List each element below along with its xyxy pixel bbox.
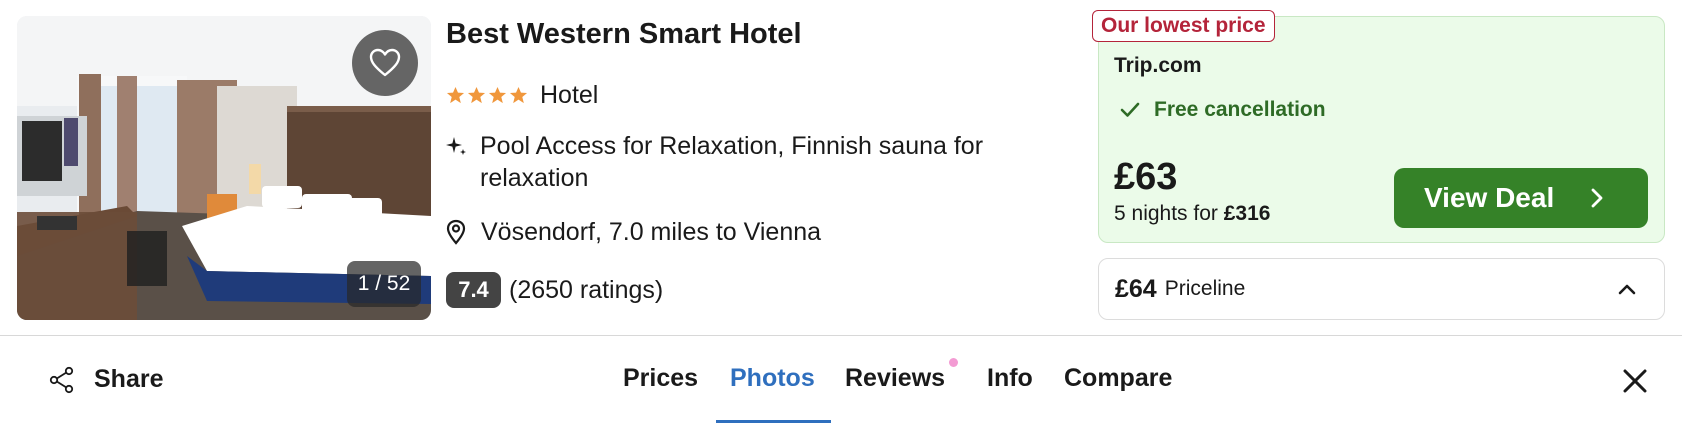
nights-prefix: 5 nights for: [1114, 202, 1224, 225]
rating-score-badge: 7.4: [446, 272, 501, 308]
star-rating: [446, 86, 528, 105]
location-pin-icon: [446, 219, 466, 245]
nights-total: 5 nights for £316: [1114, 202, 1270, 226]
location-row: Vösendorf, 7.0 miles to Vienna: [444, 216, 821, 248]
favorite-button[interactable]: [352, 30, 418, 96]
nights-total-price: £316: [1223, 202, 1271, 225]
tab-reviews[interactable]: Reviews: [845, 364, 945, 393]
alt-price: £64: [1115, 274, 1157, 303]
hotel-result-card: 1 / 52 Best Western Smart Hotel Hotel Po…: [0, 0, 1682, 428]
rating-row[interactable]: 7.4 (2650 ratings): [446, 272, 663, 308]
share-icon: [49, 366, 74, 393]
star-icon: [446, 86, 465, 103]
share-button[interactable]: Share: [48, 365, 163, 394]
view-deal-button[interactable]: View Deal: [1394, 168, 1648, 228]
close-icon[interactable]: [1622, 368, 1648, 394]
tab-prices[interactable]: Prices: [623, 364, 698, 393]
amenity-text: Pool Access for Relaxation, Finnish saun…: [480, 132, 984, 192]
active-tab-indicator: [716, 420, 831, 423]
chevron-right-icon: [1591, 188, 1603, 208]
check-icon: [1120, 102, 1140, 117]
tab-info[interactable]: Info: [987, 364, 1033, 393]
tab-compare[interactable]: Compare: [1064, 364, 1172, 393]
hotel-photo[interactable]: 1 / 52: [17, 16, 431, 320]
deal-provider: Trip.com: [1114, 54, 1202, 77]
amenity-highlight: Pool Access for Relaxation, Finnish saun…: [444, 130, 1040, 194]
star-icon: [467, 86, 486, 103]
hotel-class-row: Hotel: [446, 78, 598, 112]
alternative-price-row[interactable]: £64 Priceline: [1098, 258, 1665, 320]
view-deal-label: View Deal: [1424, 182, 1555, 213]
tab-photos[interactable]: Photos: [730, 364, 815, 393]
alt-provider: Priceline: [1164, 277, 1246, 300]
reviews-notification-dot: [949, 358, 958, 367]
star-icon: [509, 86, 528, 103]
hotel-name[interactable]: Best Western Smart Hotel: [446, 18, 802, 51]
photo-counter: 1 / 52: [347, 261, 421, 307]
chevron-up-icon: [1618, 284, 1636, 295]
sparkle-icon: [446, 137, 466, 155]
detail-tabs-bar: Share Prices Photos Reviews Info Compare: [0, 335, 1682, 428]
location-text: Vösendorf, 7.0 miles to Vienna: [481, 217, 822, 246]
rating-count: (2650 ratings): [509, 275, 664, 304]
star-icon: [488, 86, 507, 103]
free-cancellation: Free cancellation: [1120, 98, 1326, 122]
share-label: Share: [94, 365, 164, 393]
deal-price: £63: [1114, 156, 1178, 198]
free-cancellation-label: Free cancellation: [1154, 98, 1326, 121]
hotel-type: Hotel: [540, 80, 599, 109]
lowest-price-badge: Our lowest price: [1092, 10, 1275, 42]
heart-outline-icon: [369, 48, 401, 77]
